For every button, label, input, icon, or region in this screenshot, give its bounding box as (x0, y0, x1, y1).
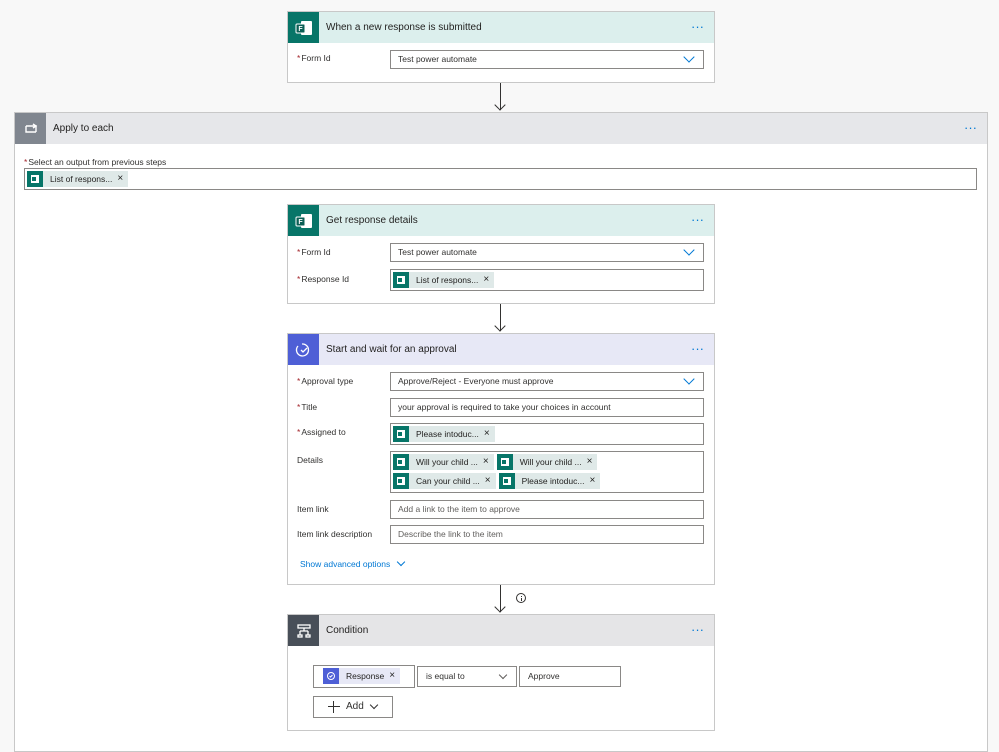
info-icon[interactable] (516, 593, 526, 603)
assigned-to-label: *Assigned to (297, 427, 346, 437)
title-label: *Title (297, 402, 318, 412)
get-details-header[interactable]: F Get response details ··· (288, 205, 714, 236)
forms-icon (27, 171, 43, 187)
approval-type-label: *Approval type (297, 376, 354, 386)
arrow-head (494, 99, 506, 111)
trigger-card: F When a new response is submitted ··· *… (287, 11, 715, 83)
condition-header[interactable]: Condition ··· (288, 615, 714, 646)
chevron-down-icon (683, 244, 695, 256)
forms-icon (393, 473, 409, 489)
more-options-icon[interactable]: ··· (691, 615, 704, 644)
more-options-icon[interactable]: ··· (691, 205, 704, 234)
chevron-down-icon (369, 700, 379, 710)
svg-text:F: F (298, 219, 303, 226)
remove-token-icon[interactable]: × (587, 454, 598, 470)
svg-text:F: F (298, 26, 303, 33)
more-options-icon[interactable]: ··· (964, 113, 977, 142)
approval-type-dropdown[interactable]: Approve/Reject - Everyone must approve (390, 372, 704, 391)
forms-icon: F (288, 12, 319, 43)
dynamic-token[interactable]: Will your child ... × (496, 454, 598, 470)
remove-token-icon[interactable]: × (483, 272, 494, 288)
remove-token-icon[interactable]: × (483, 454, 494, 470)
remove-token-icon[interactable]: × (589, 473, 600, 489)
form-id-dropdown[interactable]: Test power automate (390, 243, 704, 262)
token-label: Please intoduc... (416, 429, 479, 439)
condition-left-operand[interactable]: Response × (313, 665, 415, 688)
remove-token-icon[interactable]: × (485, 473, 496, 489)
item-link-description-input[interactable]: Describe the link to the item (390, 525, 704, 544)
get-response-details-card: F Get response details ··· *Form Id Test… (287, 204, 715, 304)
title-input[interactable]: your approval is required to take your c… (390, 398, 704, 417)
details-field[interactable]: Will your child ... × Will your child ... ×… (390, 451, 704, 493)
dynamic-token[interactable]: Please intoduc... × (393, 426, 495, 442)
trigger-title: When a new response is submitted (326, 22, 482, 33)
form-id-dropdown[interactable]: Test power automate (390, 50, 704, 69)
remove-token-icon[interactable]: × (117, 171, 128, 187)
token-label: Please intoduc... (521, 476, 585, 486)
dynamic-token[interactable]: List of respons... × (393, 272, 495, 288)
more-options-icon[interactable]: ··· (691, 12, 704, 41)
condition-icon (288, 615, 319, 646)
trigger-header[interactable]: F When a new response is submitted ··· (288, 12, 714, 43)
dynamic-token[interactable]: Will your child ... × (393, 454, 494, 470)
forms-icon (393, 454, 409, 470)
remove-token-icon[interactable]: × (389, 668, 400, 684)
forms-icon (393, 272, 409, 288)
get-details-title: Get response details (326, 215, 418, 226)
remove-token-icon[interactable]: × (484, 426, 495, 442)
form-id-label: *Form Id (297, 247, 331, 257)
details-label: Details (297, 455, 323, 465)
apply-title: Apply to each (53, 123, 114, 134)
dynamic-token[interactable]: Response × (323, 668, 401, 684)
approval-icon (288, 334, 319, 365)
forms-icon (393, 426, 409, 442)
assigned-to-field[interactable]: Please intoduc... × (390, 423, 704, 445)
chevron-down-icon (683, 51, 695, 63)
add-button[interactable]: Add (313, 696, 393, 718)
token-label: List of respons... (50, 174, 113, 184)
condition-card: Condition ··· Response × is equal to App… (287, 614, 715, 731)
item-link-input[interactable]: Add a link to the item to approve (390, 500, 704, 519)
chevron-down-icon (683, 373, 695, 385)
approval-card: Start and wait for an approval ··· *Appr… (287, 333, 715, 585)
response-id-label: *Response Id (297, 274, 350, 284)
plus-icon (328, 701, 340, 713)
dynamic-token[interactable]: Please intoduc... × (498, 473, 601, 489)
item-link-label: Item link (297, 504, 329, 514)
chevron-down-icon (397, 557, 406, 567)
condition-operator-dropdown[interactable]: is equal to (417, 666, 517, 687)
forms-icon: F (288, 205, 319, 236)
token-label: List of respons... (416, 275, 479, 285)
add-label: Add (346, 701, 364, 712)
select-output-field[interactable]: List of respons... × (24, 168, 977, 190)
dynamic-token[interactable]: List of respons... × (27, 171, 129, 187)
select-output-label: *Select an output from previous steps (24, 157, 167, 167)
more-options-icon[interactable]: ··· (691, 334, 704, 363)
dynamic-token[interactable]: Can your child ... × (393, 473, 496, 489)
loop-icon (15, 113, 46, 144)
condition-title: Condition (326, 625, 369, 636)
token-label: Will your child ... (416, 457, 478, 467)
apply-header[interactable]: Apply to each ··· (15, 113, 987, 144)
token-label: Response (346, 671, 385, 681)
approval-header[interactable]: Start and wait for an approval ··· (288, 334, 714, 365)
form-id-label: *Form Id (297, 53, 331, 63)
condition-right-operand[interactable]: Approve (519, 666, 621, 687)
forms-icon (498, 473, 515, 489)
token-label: Will your child ... (519, 457, 582, 467)
approval-title: Start and wait for an approval (326, 344, 457, 355)
show-advanced-options-link[interactable]: Show advanced options (300, 557, 406, 569)
response-id-field[interactable]: List of respons... × (390, 269, 704, 291)
chevron-down-icon (498, 670, 508, 680)
item-link-description-label: Item link description (297, 529, 373, 539)
approval-icon (323, 668, 339, 684)
token-label: Can your child ... (416, 476, 480, 486)
forms-icon (496, 454, 513, 470)
